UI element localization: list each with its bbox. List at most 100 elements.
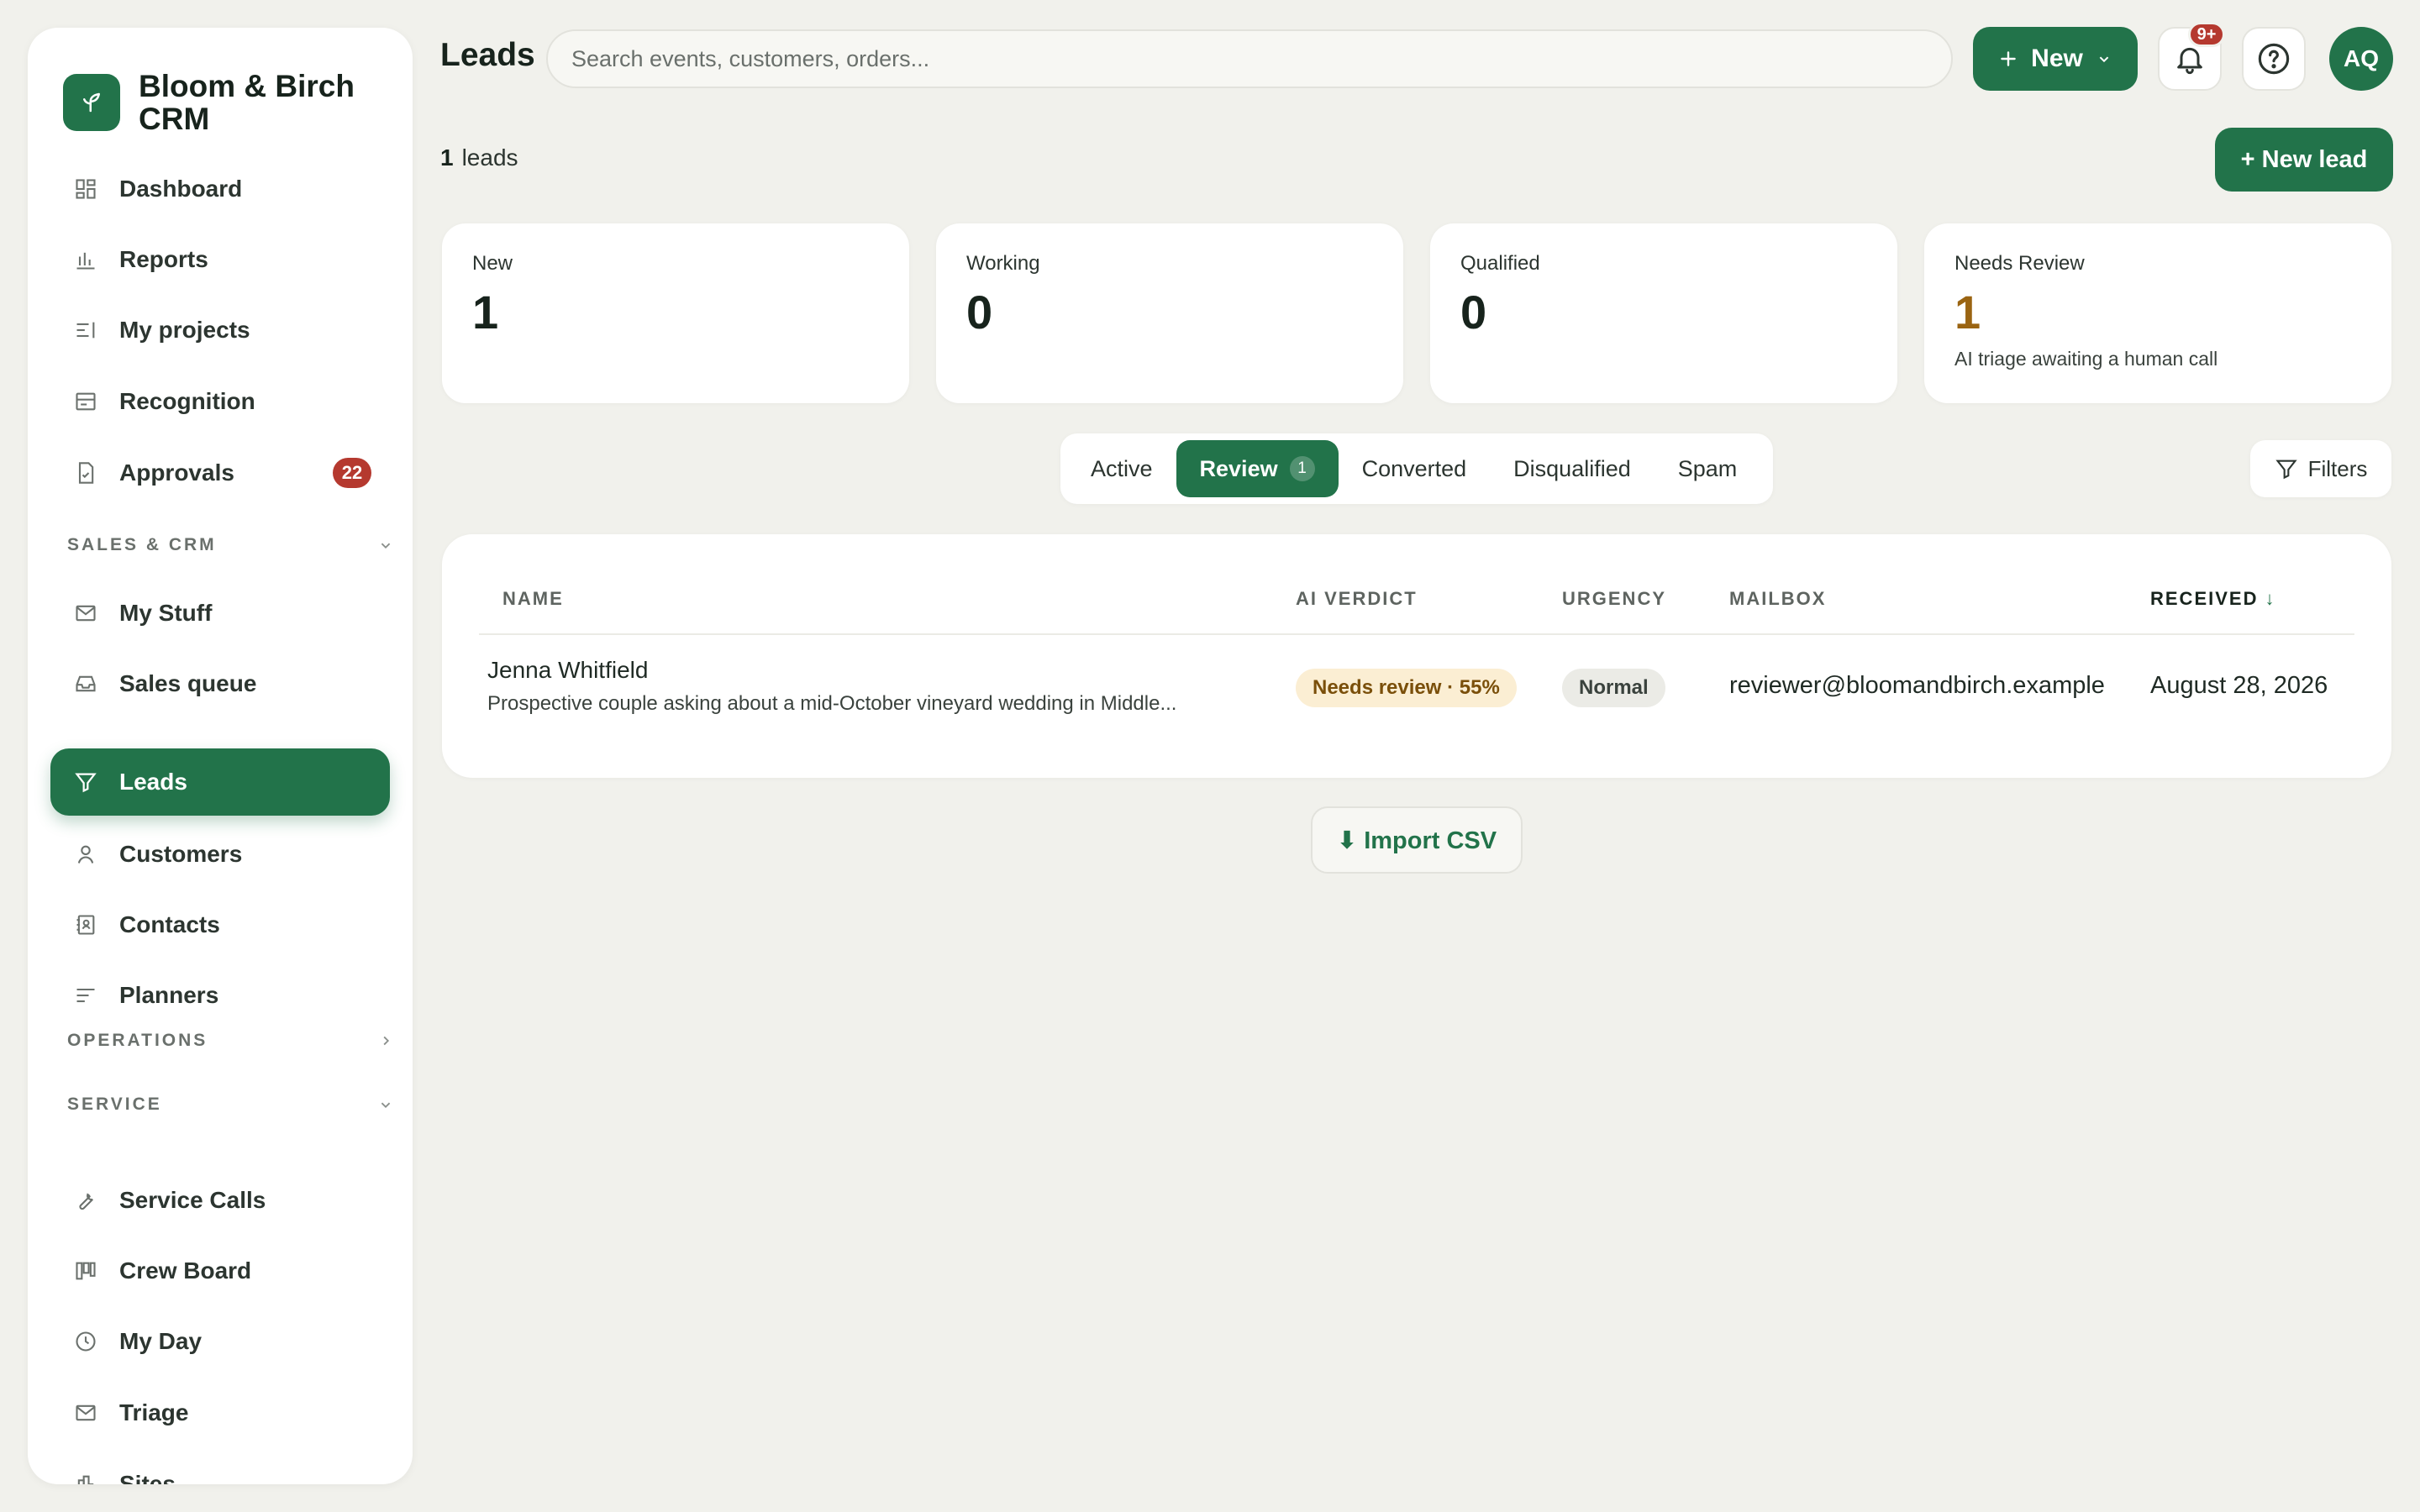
sidebar: Bloom & Birch CRM Dashboard Reports My p… [28, 28, 413, 1484]
page-title: Leads [440, 37, 535, 73]
section-sales-crm[interactable]: SALES & CRM [67, 528, 395, 562]
section-service[interactable]: SERVICE [67, 1088, 395, 1121]
tab-converted[interactable]: Converted [1339, 440, 1491, 497]
sidebar-item-label: My projects [119, 317, 250, 343]
dashboard-grid-icon [72, 176, 99, 202]
approvals-count-badge: 22 [333, 458, 371, 488]
align-left-icon [72, 982, 99, 1009]
sidebar-item-approvals[interactable]: Approvals 22 [50, 439, 390, 507]
sidebar-item-sales-queue[interactable]: Sales queue [50, 650, 390, 717]
column-header-ai-verdict[interactable]: AI VERDICT [1296, 588, 1418, 610]
help-button[interactable] [2242, 27, 2306, 91]
lead-count-label: leads [461, 144, 518, 171]
stat-label: New [472, 252, 513, 275]
tab-label: Disqualified [1513, 455, 1631, 481]
sidebar-item-crew-board[interactable]: Crew Board [50, 1237, 390, 1305]
tab-disqualified[interactable]: Disqualified [1490, 440, 1655, 497]
brand[interactable]: Bloom & Birch CRM [63, 70, 391, 135]
column-header-name[interactable]: NAME [502, 588, 564, 610]
sidebar-item-label: Planners [119, 982, 219, 1008]
approval-doc-icon [72, 459, 99, 486]
help-circle-icon [2258, 43, 2290, 75]
tab-spam[interactable]: Spam [1655, 440, 1761, 497]
new-lead-button[interactable]: + New lead [2215, 128, 2393, 192]
stat-label: Working [966, 252, 1040, 275]
urgency-badge: Normal [1562, 669, 1665, 707]
sidebar-item-leads[interactable]: Leads [50, 748, 390, 816]
sidebar-item-my-stuff[interactable]: My Stuff [50, 580, 390, 647]
funnel-icon [2275, 459, 2297, 480]
tab-active[interactable]: Active [1067, 440, 1176, 497]
sidebar-item-label: Service Calls [119, 1187, 266, 1213]
inbox-tray-icon [72, 670, 99, 697]
ai-verdict-badge: Needs review · 55% [1296, 669, 1517, 707]
filters-button[interactable]: Filters [2250, 440, 2391, 497]
import-csv-button[interactable]: ⬇ Import CSV [1311, 806, 1523, 874]
sidebar-item-label: Approvals [119, 459, 234, 486]
sidebar-item-label: Sales queue [119, 670, 257, 696]
column-header-mailbox[interactable]: MAILBOX [1729, 588, 1826, 610]
bell-icon [2177, 47, 2202, 75]
sidebar-item-label: My Stuff [119, 600, 213, 626]
sidebar-item-planners[interactable]: Planners [50, 962, 390, 1029]
sidebar-item-service-calls[interactable]: Service Calls [50, 1167, 390, 1234]
column-header-label: RECEIVED [2150, 588, 2259, 609]
sidebar-item-label: Contacts [119, 911, 220, 937]
sort-desc-icon: ↓ [2265, 588, 2276, 609]
sidebar-item-customers[interactable]: Customers [50, 821, 390, 888]
sidebar-item-recognition[interactable]: Recognition [50, 368, 390, 435]
stat-value: 0 [1460, 286, 1487, 339]
lead-count: 1 leads [440, 144, 518, 171]
chevron-right-icon [383, 1036, 390, 1046]
tab-review[interactable]: Review 1 [1176, 440, 1339, 497]
chevron-down-icon [381, 1102, 391, 1109]
stat-label: Qualified [1460, 252, 1540, 275]
leads-table: NAME AI VERDICT URGENCY MAILBOX RECEIVED… [442, 534, 2391, 778]
stat-card-new: New 1 [442, 223, 909, 403]
stat-note: AI triage awaiting a human call [1954, 348, 2218, 370]
mail-icon [72, 600, 99, 627]
section-operations[interactable]: OPERATIONS [67, 1024, 395, 1058]
wrench-icon [72, 1187, 99, 1214]
sidebar-item-sites[interactable]: Sites [50, 1451, 390, 1484]
search-input[interactable] [546, 29, 1953, 88]
filters-button-label: Filters [2307, 455, 2368, 481]
avatar[interactable]: AQ [2329, 27, 2393, 91]
sidebar-item-contacts[interactable]: Contacts [50, 891, 390, 958]
mail-icon [72, 1399, 99, 1426]
section-label: SALES & CRM [67, 535, 217, 554]
lead-status-tabs: Active Review 1 Converted Disqualified S… [1060, 433, 1773, 504]
chevron-down-icon [2099, 56, 2109, 63]
clock-icon [72, 1328, 99, 1355]
projects-list-icon [72, 317, 99, 344]
tab-count-badge: 1 [1289, 456, 1315, 481]
sidebar-item-reports[interactable]: Reports [50, 226, 390, 293]
sidebar-item-label: My Day [119, 1328, 203, 1354]
notifications-button[interactable]: 9+ [2158, 22, 2225, 91]
sidebar-item-my-day[interactable]: My Day [50, 1308, 390, 1375]
building-chart-icon [72, 1471, 99, 1484]
section-label: SERVICE [67, 1095, 162, 1114]
chevron-down-icon [381, 543, 391, 549]
sidebar-item-label: Crew Board [119, 1257, 252, 1284]
received-date-cell: August 28, 2026 [2150, 672, 2328, 699]
column-header-urgency[interactable]: URGENCY [1562, 588, 1666, 610]
new-button[interactable]: New [1973, 27, 2138, 91]
lead-name[interactable]: Jenna Whitfield [487, 657, 648, 684]
brand-name: Bloom & Birch CRM [139, 69, 355, 136]
bar-chart-icon [72, 246, 99, 273]
sidebar-item-label: Recognition [119, 388, 255, 414]
funnel-icon [72, 769, 99, 795]
stat-value: 1 [1954, 286, 1981, 339]
stat-card-needs-review: Needs Review 1 AI triage awaiting a huma… [1924, 223, 2391, 403]
sidebar-item-dashboard[interactable]: Dashboard [50, 155, 390, 223]
tab-label: Active [1091, 455, 1153, 481]
plus-icon [2001, 51, 2016, 66]
kanban-board-icon [72, 1257, 99, 1284]
sidebar-item-triage[interactable]: Triage [50, 1379, 390, 1446]
section-label: OPERATIONS [67, 1031, 208, 1050]
new-button-label: New [2031, 45, 2083, 72]
stat-value: 0 [966, 286, 993, 339]
column-header-received[interactable]: RECEIVED ↓ [2150, 588, 2275, 610]
sidebar-item-my-projects[interactable]: My projects [50, 297, 390, 364]
